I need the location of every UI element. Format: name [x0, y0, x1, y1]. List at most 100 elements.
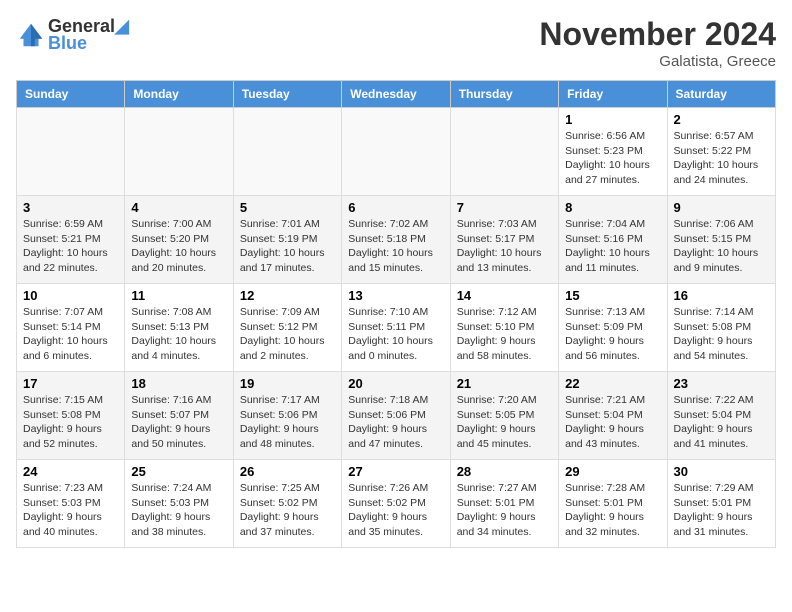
day-number: 25: [131, 464, 226, 479]
day-number: 14: [457, 288, 552, 303]
day-info: Sunrise: 7:00 AMSunset: 5:20 PMDaylight:…: [131, 217, 226, 276]
day-number: 20: [348, 376, 443, 391]
day-info: Sunrise: 7:16 AMSunset: 5:07 PMDaylight:…: [131, 393, 226, 452]
day-info: Sunrise: 7:04 AMSunset: 5:16 PMDaylight:…: [565, 217, 660, 276]
day-info: Sunrise: 7:13 AMSunset: 5:09 PMDaylight:…: [565, 305, 660, 364]
day-number: 22: [565, 376, 660, 391]
calendar-cell: [342, 108, 450, 196]
day-number: 13: [348, 288, 443, 303]
calendar-cell: 15Sunrise: 7:13 AMSunset: 5:09 PMDayligh…: [559, 284, 667, 372]
calendar-cell: 18 Sunrise: 7:16 AMSunset: 5:07 PMDayligh…: [125, 372, 233, 460]
day-number: 26: [240, 464, 335, 479]
calendar-cell: 19 Sunrise: 7:17 AMSunset: 5:06 PMDayligh…: [233, 372, 341, 460]
calendar-cell: 5 Sunrise: 7:01 AMSunset: 5:19 PMDaylight…: [233, 196, 341, 284]
calendar-cell: 13 Sunrise: 7:10 AMSunset: 5:11 PMDayligh…: [342, 284, 450, 372]
day-info: Sunrise: 7:18 AMSunset: 5:06 PMDaylight:…: [348, 393, 443, 452]
weekday-header: Monday: [125, 81, 233, 108]
day-number: 8: [565, 200, 660, 215]
day-number: 17: [23, 376, 118, 391]
day-info: Sunrise: 7:23 AMSunset: 5:03 PMDaylight:…: [23, 481, 118, 540]
day-info: Sunrise: 7:10 AMSunset: 5:11 PMDaylight:…: [348, 305, 443, 364]
calendar-week-row: 3 Sunrise: 6:59 AMSunset: 5:21 PMDaylight…: [17, 196, 776, 284]
calendar-cell: 3 Sunrise: 6:59 AMSunset: 5:21 PMDaylight…: [17, 196, 125, 284]
day-info: Sunrise: 6:59 AMSunset: 5:21 PMDaylight:…: [23, 217, 118, 276]
day-number: 11: [131, 288, 226, 303]
month-title: November 2024: [539, 16, 776, 53]
day-number: 28: [457, 464, 552, 479]
weekday-header: Tuesday: [233, 81, 341, 108]
calendar-cell: [233, 108, 341, 196]
calendar-cell: 30 Sunrise: 7:29 AMSunset: 5:01 PMDayligh…: [667, 460, 775, 548]
day-info: Sunrise: 7:21 AMSunset: 5:04 PMDaylight:…: [565, 393, 660, 452]
day-info: Sunrise: 7:09 AMSunset: 5:12 PMDaylight:…: [240, 305, 335, 364]
day-info: Sunrise: 7:28 AMSunset: 5:01 PMDaylight:…: [565, 481, 660, 540]
day-number: 5: [240, 200, 335, 215]
title-area: November 2024 Galatista, Greece: [539, 16, 776, 70]
location: Galatista, Greece: [539, 53, 776, 70]
day-info: Sunrise: 6:56 AMSunset: 5:23 PMDaylight:…: [565, 129, 660, 188]
day-info: Sunrise: 7:01 AMSunset: 5:19 PMDaylight:…: [240, 217, 335, 276]
day-info: Sunrise: 7:03 AMSunset: 5:17 PMDaylight:…: [457, 217, 552, 276]
day-info: Sunrise: 7:14 AMSunset: 5:08 PMDaylight:…: [674, 305, 769, 364]
calendar-cell: 6 Sunrise: 7:02 AMSunset: 5:18 PMDaylight…: [342, 196, 450, 284]
calendar-cell: 1 Sunrise: 6:56 AMSunset: 5:23 PMDaylight…: [559, 108, 667, 196]
logo: General◢ Blue: [16, 16, 129, 54]
day-info: Sunrise: 7:24 AMSunset: 5:03 PMDaylight:…: [131, 481, 226, 540]
day-info: Sunrise: 7:27 AMSunset: 5:01 PMDaylight:…: [457, 481, 552, 540]
day-number: 7: [457, 200, 552, 215]
calendar-cell: 23 Sunrise: 7:22 AMSunset: 5:04 PMDayligh…: [667, 372, 775, 460]
day-number: 19: [240, 376, 335, 391]
calendar-cell: 20 Sunrise: 7:18 AMSunset: 5:06 PMDayligh…: [342, 372, 450, 460]
weekday-header: Wednesday: [342, 81, 450, 108]
calendar-cell: [125, 108, 233, 196]
logo-icon: [16, 20, 46, 50]
calendar-week-row: 10Sunrise: 7:07 AMSunset: 5:14 PMDayligh…: [17, 284, 776, 372]
calendar-header-row: SundayMondayTuesdayWednesdayThursdayFrid…: [17, 81, 776, 108]
calendar-cell: 7 Sunrise: 7:03 AMSunset: 5:17 PMDaylight…: [450, 196, 558, 284]
calendar-cell: 8 Sunrise: 7:04 AMSunset: 5:16 PMDaylight…: [559, 196, 667, 284]
day-info: Sunrise: 7:08 AMSunset: 5:13 PMDaylight:…: [131, 305, 226, 364]
calendar-cell: [450, 108, 558, 196]
day-number: 27: [348, 464, 443, 479]
day-number: 18: [131, 376, 226, 391]
day-number: 6: [348, 200, 443, 215]
calendar-cell: 10Sunrise: 7:07 AMSunset: 5:14 PMDayligh…: [17, 284, 125, 372]
day-info: Sunrise: 7:17 AMSunset: 5:06 PMDaylight:…: [240, 393, 335, 452]
day-info: Sunrise: 7:29 AMSunset: 5:01 PMDaylight:…: [674, 481, 769, 540]
day-info: Sunrise: 7:20 AMSunset: 5:05 PMDaylight:…: [457, 393, 552, 452]
day-info: Sunrise: 7:02 AMSunset: 5:18 PMDaylight:…: [348, 217, 443, 276]
weekday-header: Saturday: [667, 81, 775, 108]
day-number: 23: [674, 376, 769, 391]
weekday-header: Sunday: [17, 81, 125, 108]
calendar-cell: 12Sunrise: 7:09 AMSunset: 5:12 PMDayligh…: [233, 284, 341, 372]
calendar-cell: 17Sunrise: 7:15 AMSunset: 5:08 PMDayligh…: [17, 372, 125, 460]
logo-text: General◢ Blue: [48, 16, 129, 54]
day-number: 30: [674, 464, 769, 479]
day-info: Sunrise: 7:22 AMSunset: 5:04 PMDaylight:…: [674, 393, 769, 452]
weekday-header: Thursday: [450, 81, 558, 108]
day-number: 21: [457, 376, 552, 391]
day-number: 4: [131, 200, 226, 215]
calendar-cell: 9Sunrise: 7:06 AMSunset: 5:15 PMDaylight…: [667, 196, 775, 284]
calendar-cell: 2Sunrise: 6:57 AMSunset: 5:22 PMDaylight…: [667, 108, 775, 196]
calendar-cell: 26 Sunrise: 7:25 AMSunset: 5:02 PMDayligh…: [233, 460, 341, 548]
day-number: 3: [23, 200, 118, 215]
calendar-cell: 29 Sunrise: 7:28 AMSunset: 5:01 PMDayligh…: [559, 460, 667, 548]
day-info: Sunrise: 7:06 AMSunset: 5:15 PMDaylight:…: [674, 217, 769, 276]
calendar-week-row: 1 Sunrise: 6:56 AMSunset: 5:23 PMDaylight…: [17, 108, 776, 196]
page-header: General◢ Blue November 2024 Galatista, G…: [16, 16, 776, 70]
day-number: 1: [565, 112, 660, 127]
day-info: Sunrise: 7:25 AMSunset: 5:02 PMDaylight:…: [240, 481, 335, 540]
day-info: Sunrise: 7:26 AMSunset: 5:02 PMDaylight:…: [348, 481, 443, 540]
calendar-cell: 14Sunrise: 7:12 AMSunset: 5:10 PMDayligh…: [450, 284, 558, 372]
day-number: 29: [565, 464, 660, 479]
calendar-week-row: 24Sunrise: 7:23 AMSunset: 5:03 PMDayligh…: [17, 460, 776, 548]
calendar-cell: [17, 108, 125, 196]
calendar-table: SundayMondayTuesdayWednesdayThursdayFrid…: [16, 80, 776, 548]
calendar-cell: 25 Sunrise: 7:24 AMSunset: 5:03 PMDayligh…: [125, 460, 233, 548]
weekday-header: Friday: [559, 81, 667, 108]
calendar-cell: 22 Sunrise: 7:21 AMSunset: 5:04 PMDayligh…: [559, 372, 667, 460]
calendar-cell: 16Sunrise: 7:14 AMSunset: 5:08 PMDayligh…: [667, 284, 775, 372]
day-info: Sunrise: 7:07 AMSunset: 5:14 PMDaylight:…: [23, 305, 118, 364]
calendar-cell: 4 Sunrise: 7:00 AMSunset: 5:20 PMDaylight…: [125, 196, 233, 284]
